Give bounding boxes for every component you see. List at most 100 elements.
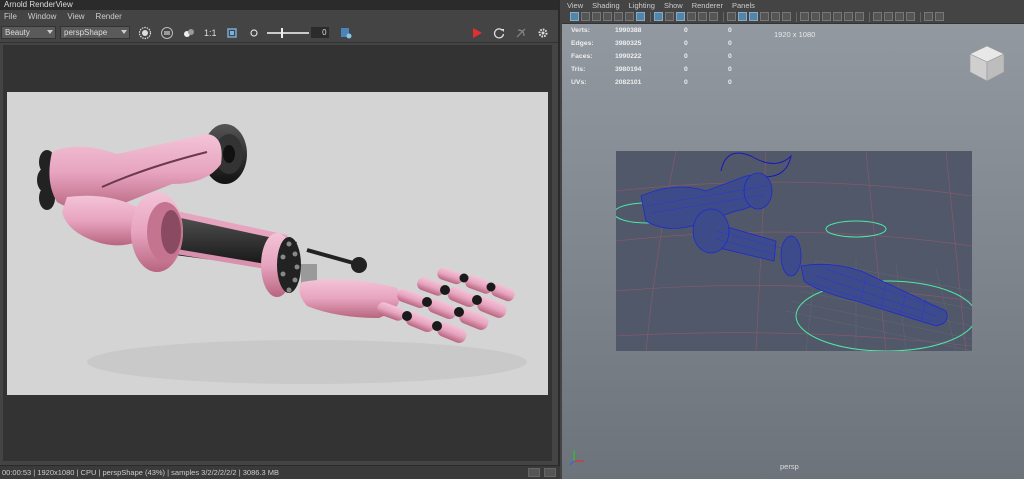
use-all-lights-icon[interactable]	[771, 12, 780, 21]
renderview-toolbar: Beauty perspShape 1:1 0	[0, 23, 558, 43]
camera-gate[interactable]	[616, 151, 972, 351]
menu-renderer[interactable]: Renderer	[692, 1, 723, 10]
ipr-disabled-icon	[516, 28, 526, 37]
renderview-statusbar: 00:00:53 | 1920x1080 | CPU | perspShape …	[0, 465, 560, 479]
render-image	[7, 92, 548, 395]
menu-lighting[interactable]: Lighting	[629, 1, 655, 10]
toolbar-divider	[796, 11, 797, 22]
anti-aliasing-icon[interactable]	[844, 12, 853, 21]
menu-shading[interactable]: Shading	[592, 1, 620, 10]
aov-select-value: Beauty	[5, 28, 30, 37]
resolution-gate-icon[interactable]	[665, 12, 674, 21]
poly-count-hud: Verts: 1990388 0 0 Edges: 3980325 0 0 Fa…	[571, 24, 772, 89]
grid-toggle-icon[interactable]	[636, 12, 645, 21]
toolbar-divider	[920, 11, 921, 22]
menu-show[interactable]: Show	[664, 1, 683, 10]
fit-frame-button[interactable]	[225, 26, 239, 40]
channel-button[interactable]	[182, 26, 196, 40]
viewport-menubar: View Shading Lighting Show Renderer Pane…	[562, 0, 1024, 10]
axis-gizmo-icon	[569, 450, 584, 466]
hud-value: 3980325	[615, 40, 642, 47]
toolbar-divider	[869, 11, 870, 22]
hud-selected-tris: 0	[728, 66, 732, 73]
panel-expand-icon[interactable]	[935, 12, 944, 21]
channels-icon	[184, 28, 194, 37]
gamma-icon[interactable]	[895, 12, 904, 21]
ipr-toggle-button[interactable]	[514, 26, 528, 40]
menu-window[interactable]: Window	[28, 12, 56, 21]
2d-pan-zoom-icon[interactable]	[614, 12, 623, 21]
menu-view[interactable]: View	[567, 1, 583, 10]
ambient-occlusion-icon[interactable]	[822, 12, 831, 21]
wireframe-on-shaded-icon[interactable]	[749, 12, 758, 21]
field-chart-icon[interactable]	[687, 12, 696, 21]
color-space-icon[interactable]	[906, 12, 915, 21]
exposure-icon-button[interactable]	[247, 26, 261, 40]
snapshot-icon	[161, 26, 173, 39]
refresh-render-button[interactable]	[492, 26, 506, 40]
exposure-slider[interactable]	[266, 27, 309, 38]
maya-viewport-panel: View Shading Lighting Show Renderer Pane…	[562, 0, 1024, 479]
crop-region-button[interactable]	[138, 26, 152, 40]
xray-joints-icon[interactable]	[811, 12, 820, 21]
bookmark-icon[interactable]	[592, 12, 601, 21]
menu-panels[interactable]: Panels	[732, 1, 755, 10]
safe-title-icon[interactable]	[709, 12, 718, 21]
zoom-ratio-button[interactable]: 1:1	[204, 28, 217, 38]
hud-label: Tris:	[571, 66, 586, 73]
hud-selected-tris: 0	[728, 40, 732, 47]
isolate-select-icon[interactable]	[873, 12, 882, 21]
color-management-icon	[340, 27, 352, 38]
hud-selected-tris: 0	[728, 53, 732, 60]
ocio-button[interactable]	[339, 26, 353, 40]
hud-value: 1990388	[615, 27, 642, 34]
motion-blur-icon[interactable]	[833, 12, 842, 21]
hud-row: Verts: 1990388 0 0	[571, 24, 772, 37]
viewcube-icon[interactable]	[966, 42, 1008, 84]
gate-mask-icon[interactable]	[676, 12, 685, 21]
render-status-text: 00:00:53 | 1920x1080 | CPU | perspShape …	[2, 468, 279, 477]
hud-label: Edges:	[571, 40, 594, 47]
exposure-icon[interactable]	[884, 12, 893, 21]
hud-selected: 0	[684, 27, 688, 34]
safe-action-icon[interactable]	[698, 12, 707, 21]
menu-file[interactable]: File	[4, 12, 17, 21]
chevron-down-icon	[47, 30, 53, 34]
hud-table: Verts: 1990388 0 0 Edges: 3980325 0 0 Fa…	[571, 24, 772, 89]
camera-attributes-icon[interactable]	[581, 12, 590, 21]
hud-selected: 0	[684, 66, 688, 73]
menu-view[interactable]: View	[67, 12, 84, 21]
viewport-toolbar	[562, 10, 1024, 24]
aov-select[interactable]: Beauty	[1, 26, 56, 39]
hud-value: 3980194	[615, 66, 642, 73]
snapshot-button[interactable]	[160, 26, 174, 40]
hud-label: Faces:	[571, 53, 593, 60]
camera-select[interactable]: perspShape	[60, 26, 130, 39]
select-camera-icon[interactable]	[570, 12, 579, 21]
menu-render[interactable]: Render	[96, 12, 122, 21]
smooth-shade-icon[interactable]	[738, 12, 747, 21]
textured-icon[interactable]	[760, 12, 769, 21]
display-icon[interactable]	[528, 468, 540, 477]
film-gate-icon[interactable]	[654, 12, 663, 21]
image-plane-icon[interactable]	[603, 12, 612, 21]
hud-selected: 0	[684, 53, 688, 60]
resolution-gate-label: 1920 x 1080	[774, 30, 816, 39]
gear-icon	[538, 28, 548, 37]
hud-selected: 0	[684, 40, 688, 47]
fit-frame-icon	[226, 27, 237, 38]
log-icon[interactable]	[544, 468, 556, 477]
refresh-icon	[493, 27, 505, 38]
xray-icon[interactable]	[800, 12, 809, 21]
depth-of-field-icon[interactable]	[855, 12, 864, 21]
exposure-field[interactable]: 0	[310, 27, 329, 38]
camera-select-value: perspShape	[64, 28, 108, 37]
render-button[interactable]	[470, 26, 484, 40]
shadows-icon[interactable]	[782, 12, 791, 21]
camera-name-label: persp	[780, 462, 799, 471]
hud-label: Verts:	[571, 27, 590, 34]
settings-button[interactable]	[536, 26, 550, 40]
panel-layout-icon[interactable]	[924, 12, 933, 21]
wireframe-icon[interactable]	[727, 12, 736, 21]
grease-pencil-icon[interactable]	[625, 12, 634, 21]
